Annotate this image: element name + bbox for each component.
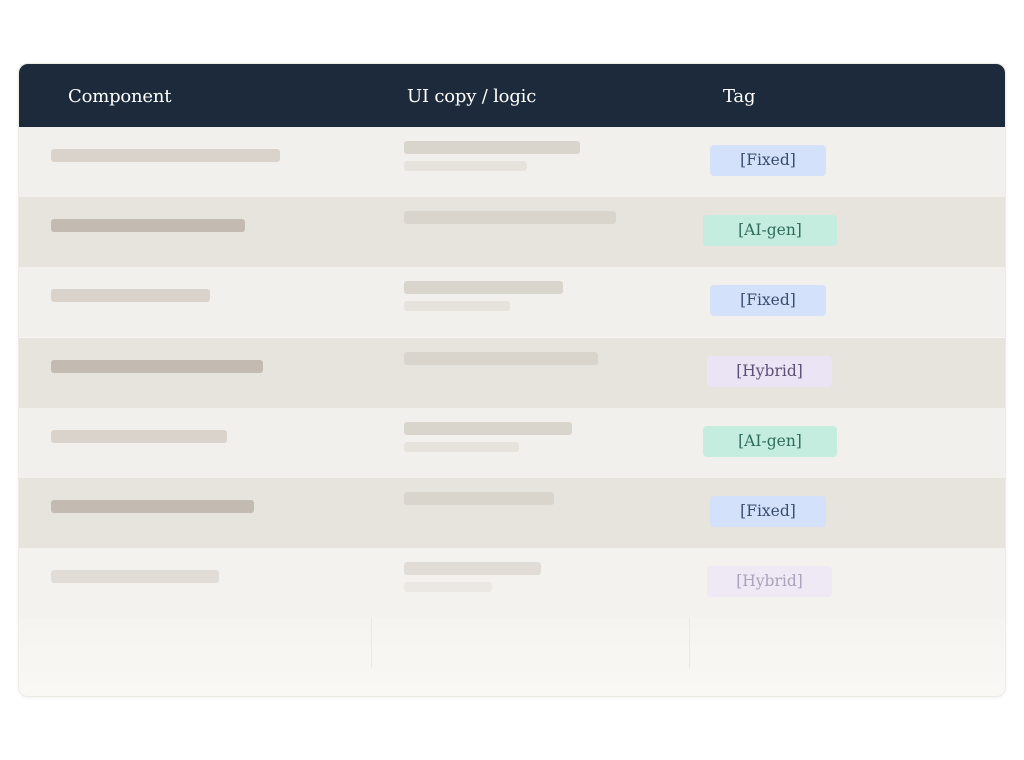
table-row[interactable]: [Fixed] xyxy=(19,267,1005,337)
tag-badge-ai-gen: [AI-gen] xyxy=(703,426,837,457)
tag-badge-hybrid: [Hybrid] xyxy=(707,566,832,597)
column-header-component: Component xyxy=(68,86,172,107)
tag-badge-fixed: [Fixed] xyxy=(710,496,826,527)
components-table: Component UI copy / logic Tag [Fixed] [A… xyxy=(18,63,1006,697)
copy-placeholder xyxy=(404,492,554,505)
copy-subline-placeholder xyxy=(404,301,510,311)
copy-placeholder xyxy=(404,281,563,294)
table-header: Component UI copy / logic Tag xyxy=(19,64,1005,127)
copy-placeholder xyxy=(404,422,572,435)
table-row[interactable]: [Hybrid] xyxy=(19,338,1005,408)
tag-badge-hybrid: [Hybrid] xyxy=(707,356,832,387)
component-placeholder xyxy=(51,219,245,232)
table-row[interactable]: [Fixed] xyxy=(19,478,1005,548)
component-placeholder xyxy=(51,500,254,513)
copy-placeholder xyxy=(404,562,541,575)
table-row[interactable]: [AI-gen] xyxy=(19,197,1005,267)
column-divider xyxy=(689,618,690,668)
component-placeholder xyxy=(51,570,219,583)
column-divider xyxy=(371,618,372,668)
table-row[interactable]: [Hybrid] xyxy=(19,548,1005,618)
copy-subline-placeholder xyxy=(404,582,492,592)
column-header-tag: Tag xyxy=(723,86,756,107)
component-placeholder xyxy=(51,289,210,302)
copy-subline-placeholder xyxy=(404,442,519,452)
copy-placeholder xyxy=(404,352,598,365)
component-placeholder xyxy=(51,149,280,162)
table-row[interactable]: [AI-gen] xyxy=(19,408,1005,478)
tag-badge-fixed: [Fixed] xyxy=(710,285,826,316)
tag-badge-ai-gen: [AI-gen] xyxy=(703,215,837,246)
component-placeholder xyxy=(51,430,227,443)
column-header-ui-copy: UI copy / logic xyxy=(407,86,537,107)
copy-subline-placeholder xyxy=(404,161,527,171)
table-row[interactable]: [Fixed] xyxy=(19,127,1005,197)
component-placeholder xyxy=(51,360,263,373)
tag-badge-fixed: [Fixed] xyxy=(710,145,826,176)
copy-placeholder xyxy=(404,141,580,154)
table-empty-area xyxy=(19,618,1005,696)
copy-placeholder xyxy=(404,211,616,224)
